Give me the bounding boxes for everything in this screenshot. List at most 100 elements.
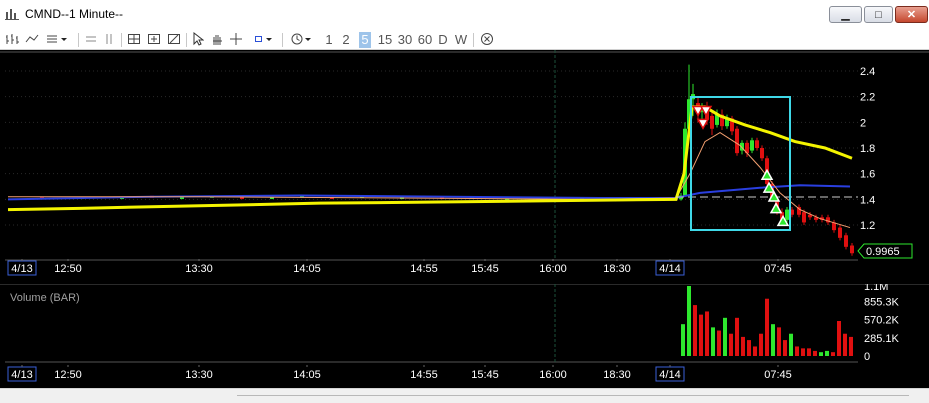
volume-bar [729, 333, 733, 356]
volume-axis-label: 285.1K [864, 333, 900, 345]
volume-chart-pane[interactable]: Volume (BAR) 1.1M 855.3K 570.2K 285.1K 0 4/1… [0, 281, 929, 388]
time-axis-label: 12:50 [54, 263, 82, 275]
last-price-label: 0.9965 [866, 246, 900, 258]
volume-bar [759, 333, 763, 356]
volume-axis-label: 855.3K [864, 297, 900, 309]
volume-bar [723, 317, 727, 356]
volume-bar [783, 340, 787, 356]
time-axis-label: 15:45 [471, 263, 499, 275]
volume-bar [741, 336, 745, 356]
period-weekly-button[interactable]: W [454, 32, 468, 48]
zoom-in-icon[interactable] [146, 32, 162, 48]
price-axis-label: 1.6 [860, 169, 875, 181]
volume-bar [681, 324, 685, 356]
volume-pane-title: Volume (BAR) [10, 292, 80, 304]
price-candle [760, 148, 764, 159]
time-axis-label: 18:30 [603, 263, 631, 275]
window-title: CMND--1 Minute-- [25, 7, 124, 21]
time-axis-label: 14:55 [410, 263, 438, 275]
bar-style-icon[interactable] [4, 32, 20, 48]
volume-bar [849, 336, 853, 356]
price-candle [838, 227, 842, 238]
close-circle-icon[interactable] [479, 32, 495, 48]
price-chart-pane[interactable]: 2.4 2.2 2 1.8 1.6 1.4 1.2 0.9965 4/13 12:50 13:3… [0, 50, 929, 284]
period-1-button[interactable]: 1 [323, 32, 335, 48]
volume-bar [813, 350, 817, 356]
time-axis-label: 07:45 [764, 263, 792, 275]
period-2-button[interactable]: 2 [340, 32, 352, 48]
time-axis-label: 18:30 [603, 369, 631, 381]
hand-icon[interactable] [210, 32, 224, 48]
period-15-button[interactable]: 15 [376, 32, 394, 48]
volume-bar [825, 350, 829, 356]
volume-bar [771, 324, 775, 356]
volume-chart[interactable]: Volume (BAR) 1.1M 855.3K 570.2K 285.1K 0 4/1… [0, 281, 929, 388]
volume-bar [687, 286, 691, 356]
volume-bar [837, 321, 841, 356]
volume-bar [765, 298, 769, 356]
volume-bar [843, 333, 847, 356]
zoom-out-icon[interactable] [166, 32, 182, 48]
time-axis-label: 4/14 [659, 369, 680, 381]
horizontal-scrollbar[interactable] [0, 388, 929, 403]
volume-axis-label: 1.1M [864, 284, 888, 293]
pointer-icon[interactable] [191, 31, 205, 48]
volume-bar [705, 311, 709, 356]
time-axis-label: 14:55 [410, 369, 438, 381]
maximize-icon: □ [875, 9, 882, 21]
minimize-button[interactable]: ▁ [829, 6, 862, 23]
volume-bar [735, 317, 739, 356]
horizontal-line-icon[interactable] [84, 32, 98, 48]
price-axis-label: 2.2 [860, 92, 875, 104]
close-icon: ✕ [906, 9, 917, 21]
price-candle [735, 128, 739, 154]
time-axis-label: 07:45 [764, 369, 792, 381]
time-axis-label: 14:05 [293, 369, 321, 381]
last-price-tag: 0.9965 [857, 243, 913, 259]
volume-bar [711, 327, 715, 356]
period-60-button[interactable]: 60 [416, 32, 434, 48]
price-candle [802, 212, 806, 223]
buy-signal-marker [769, 202, 783, 214]
period-30-button[interactable]: 30 [396, 32, 414, 48]
price-candle [785, 209, 789, 220]
time-axis-label: 16:00 [539, 263, 567, 275]
volume-bar [717, 330, 721, 356]
price-axis-label: 1.4 [860, 194, 875, 206]
crosshair-icon[interactable] [229, 32, 243, 48]
box-icon[interactable] [252, 32, 276, 48]
price-candle [850, 245, 854, 254]
time-axis-label: 4/14 [659, 263, 680, 275]
volume-bar [807, 348, 811, 356]
title-bar: CMND--1 Minute-- ▁ □ ✕ [0, 0, 929, 30]
time-axis-label: 16:00 [539, 369, 567, 381]
line-style-icon[interactable] [24, 32, 40, 48]
grid-icon[interactable] [126, 32, 142, 48]
price-chart[interactable]: 2.4 2.2 2 1.8 1.6 1.4 1.2 0.9965 4/13 12:50 13:3… [0, 50, 929, 284]
close-button[interactable]: ✕ [895, 6, 928, 23]
time-axis-label: 4/13 [11, 369, 32, 381]
price-axis-label: 1.2 [860, 220, 875, 232]
volume-bar [777, 327, 781, 356]
volume-axis-label: 570.2K [864, 315, 900, 327]
study-menu-icon[interactable] [45, 32, 71, 48]
period-daily-button[interactable]: D [436, 32, 450, 48]
clock-icon[interactable] [289, 32, 315, 48]
volume-axis-label: 0 [864, 351, 870, 363]
chart-app-icon [5, 9, 19, 20]
scrollbar-thumb[interactable] [237, 395, 909, 396]
volume-bar [747, 340, 751, 356]
vertical-line-icon[interactable] [102, 32, 116, 48]
moving-average-salmon [8, 132, 851, 229]
period-5-button[interactable]: 5 [359, 32, 371, 48]
price-axis-label: 2 [860, 117, 866, 129]
maximize-button[interactable]: □ [864, 6, 893, 23]
volume-bar [753, 346, 757, 356]
price-axis-label: 1.8 [860, 143, 875, 155]
chart-toolbar: 1 2 5 15 30 60 D W [0, 30, 929, 50]
time-axis-label: 13:30 [185, 263, 213, 275]
volume-bar [819, 352, 823, 356]
volume-bar [831, 352, 835, 356]
time-axis-label: 4/13 [11, 263, 32, 275]
price-candle [750, 140, 754, 151]
